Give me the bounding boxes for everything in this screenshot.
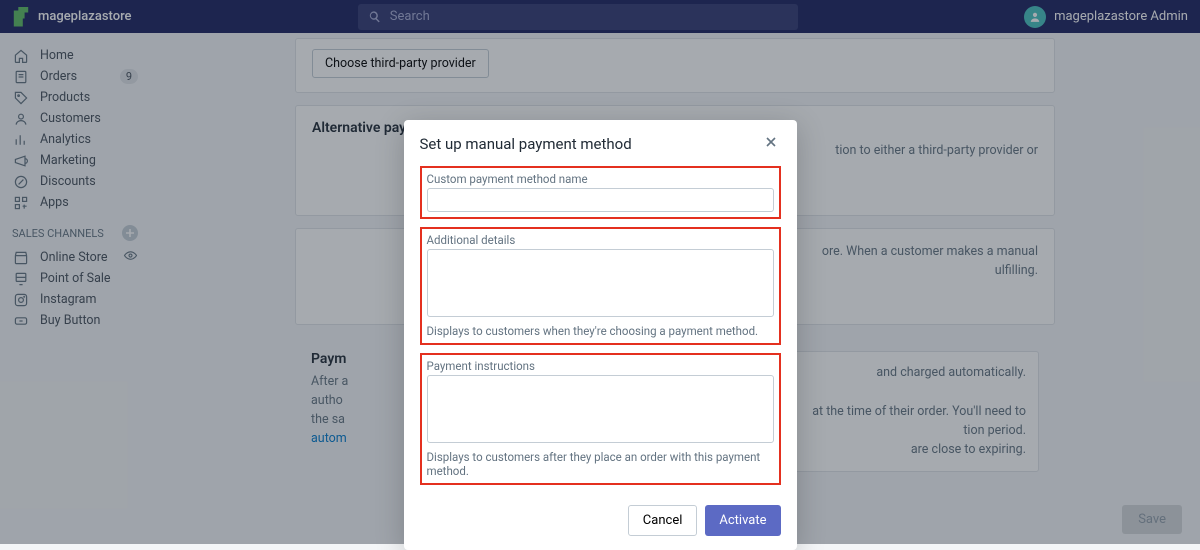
close-button[interactable] xyxy=(761,134,781,154)
close-icon xyxy=(763,134,779,150)
payment-instructions-label: Payment instructions xyxy=(427,359,774,373)
activate-button[interactable]: Activate xyxy=(705,505,780,536)
field-payment-instructions: Payment instructions Displays to custome… xyxy=(420,353,781,485)
payment-name-input[interactable] xyxy=(427,188,774,212)
manual-payment-modal: Set up manual payment method Custom paym… xyxy=(404,120,797,550)
additional-details-help: Displays to customers when they're choos… xyxy=(427,324,774,338)
modal-overlay: Set up manual payment method Custom paym… xyxy=(0,0,1200,544)
payment-instructions-input[interactable] xyxy=(427,375,774,443)
cancel-button[interactable]: Cancel xyxy=(628,505,698,536)
field-additional-details: Additional details Displays to customers… xyxy=(420,227,781,345)
modal-header: Set up manual payment method xyxy=(404,120,797,166)
payment-name-label: Custom payment method name xyxy=(427,172,774,186)
additional-details-input[interactable] xyxy=(427,249,774,317)
modal-body: Custom payment method name Additional de… xyxy=(404,166,797,485)
additional-details-label: Additional details xyxy=(427,233,774,247)
payment-instructions-help: Displays to customers after they place a… xyxy=(427,450,774,478)
field-payment-name: Custom payment method name xyxy=(420,166,781,219)
modal-footer: Cancel Activate xyxy=(404,493,797,550)
modal-title: Set up manual payment method xyxy=(420,135,632,153)
